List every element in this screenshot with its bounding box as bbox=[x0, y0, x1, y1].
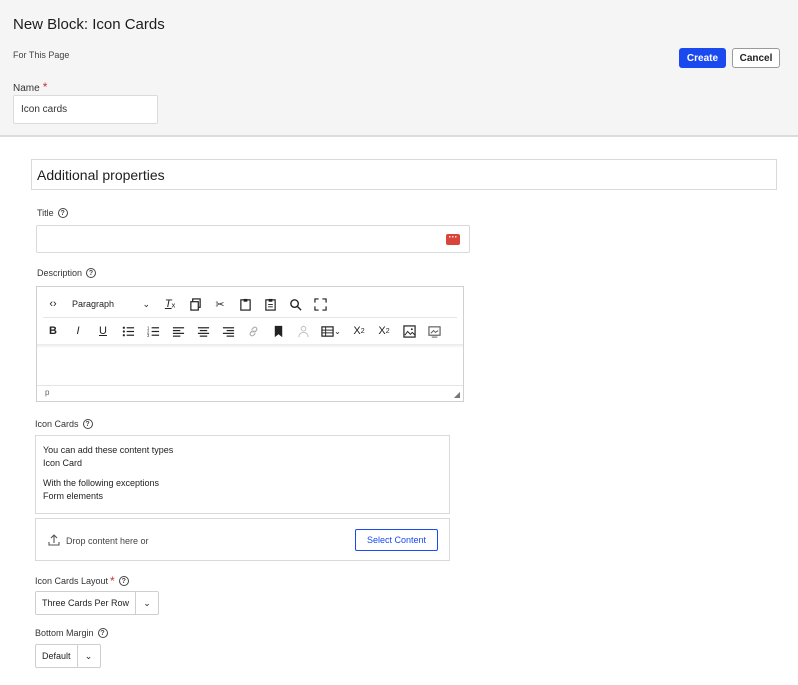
chevron-down-icon[interactable]: ⌄ bbox=[136, 598, 158, 609]
help-icon[interactable]: ? bbox=[118, 576, 129, 586]
italic-icon[interactable]: I bbox=[68, 321, 88, 341]
image-icon[interactable] bbox=[399, 321, 419, 341]
editor-toolbar-row-1: ‹› Paragraph ⌄ Tₓ ✂ bbox=[43, 292, 335, 316]
bold-icon[interactable]: B bbox=[43, 321, 63, 341]
bottom-margin-select[interactable]: Default ⌄ bbox=[35, 644, 101, 668]
person-icon[interactable] bbox=[293, 321, 313, 341]
select-content-button[interactable]: Select Content bbox=[355, 529, 438, 551]
layout-select[interactable]: Three Cards Per Row ⌄ bbox=[35, 591, 160, 615]
allowed-type: Icon Card bbox=[43, 458, 83, 468]
bottom-margin-label-text: Bottom Margin bbox=[35, 628, 94, 638]
align-center-icon[interactable] bbox=[193, 321, 213, 341]
editor-status-bar: p ◢ bbox=[37, 385, 463, 401]
content-drop-zone[interactable]: Drop content here or Select Content bbox=[35, 518, 450, 561]
allowed-content-types: You can add these content types Icon Car… bbox=[35, 435, 450, 514]
toolbar-divider bbox=[43, 317, 457, 318]
page-header: New Block: Icon Cards For This Page Crea… bbox=[0, 0, 798, 137]
layout-label-text: Icon Cards Layout bbox=[35, 576, 109, 586]
bottom-margin-select-value: Default bbox=[36, 645, 78, 667]
additional-properties-header[interactable]: Additional properties bbox=[31, 159, 777, 190]
allowed-heading: You can add these content types bbox=[43, 445, 174, 455]
underline-icon[interactable]: U bbox=[93, 321, 113, 341]
chevron-down-icon: ⌄ bbox=[142, 298, 150, 309]
rich-text-editor[interactable]: ‹› Paragraph ⌄ Tₓ ✂ B I U 123 ⌄ X 2 X 2 … bbox=[36, 286, 464, 402]
drop-text-label: Drop content here or bbox=[66, 536, 149, 546]
bookmark-icon[interactable] bbox=[268, 321, 288, 341]
required-marker: * bbox=[110, 574, 115, 588]
icon-cards-label-text: Icon Cards bbox=[35, 419, 79, 429]
table-icon[interactable]: ⌄ bbox=[318, 321, 344, 341]
title-label: Title ? bbox=[37, 208, 68, 218]
paste-icon[interactable] bbox=[235, 294, 255, 314]
title-label-text: Title bbox=[37, 208, 54, 218]
description-label: Description ? bbox=[37, 268, 97, 278]
create-button[interactable]: Create bbox=[679, 48, 726, 68]
bullet-list-icon[interactable] bbox=[118, 321, 138, 341]
fullscreen-icon[interactable] bbox=[310, 294, 330, 314]
name-label-text: Name bbox=[13, 83, 40, 94]
search-icon[interactable] bbox=[285, 294, 305, 314]
element-path[interactable]: p bbox=[45, 388, 49, 397]
exception-type: Form elements bbox=[43, 491, 104, 501]
drop-text: Drop content here or bbox=[48, 534, 149, 548]
numbered-list-icon[interactable]: 123 bbox=[143, 321, 163, 341]
editor-toolbar-row-2: B I U 123 ⌄ X2 X2 bbox=[43, 319, 449, 343]
paste-text-icon[interactable] bbox=[260, 294, 280, 314]
layout-select-value: Three Cards Per Row bbox=[36, 592, 137, 614]
chevron-down-icon[interactable]: ⌄ bbox=[78, 651, 100, 662]
format-select-value: Paragraph bbox=[72, 299, 115, 309]
help-icon[interactable]: ? bbox=[97, 628, 108, 638]
svg-text:3: 3 bbox=[147, 333, 150, 338]
name-input[interactable]: Icon cards bbox=[13, 95, 158, 124]
title-input[interactable]: ··· bbox=[36, 225, 470, 253]
media-icon[interactable] bbox=[424, 321, 444, 341]
bottom-margin-label: Bottom Margin ? bbox=[35, 628, 108, 638]
superscript-icon[interactable]: X2 bbox=[374, 321, 394, 341]
help-icon[interactable]: ? bbox=[86, 268, 97, 278]
help-icon[interactable]: ? bbox=[57, 208, 68, 218]
cut-icon[interactable]: ✂ bbox=[210, 294, 230, 314]
chevron-down-icon: ⌄ bbox=[334, 326, 341, 336]
exceptions-heading: With the following exceptions bbox=[43, 478, 160, 488]
link-icon[interactable] bbox=[243, 321, 263, 341]
source-code-icon[interactable]: ‹› bbox=[43, 294, 63, 314]
required-marker: * bbox=[42, 80, 48, 94]
layout-label: Icon Cards Layout * ? bbox=[35, 574, 129, 588]
page-title: New Block: Icon Cards bbox=[13, 16, 165, 33]
clear-formatting-icon[interactable]: Tₓ bbox=[160, 294, 180, 314]
icon-cards-label: Icon Cards ? bbox=[35, 419, 93, 429]
more-options-icon[interactable]: ··· bbox=[446, 233, 460, 245]
align-right-icon[interactable] bbox=[218, 321, 238, 341]
cancel-button[interactable]: Cancel bbox=[732, 48, 780, 68]
upload-icon bbox=[48, 534, 60, 548]
copy-icon[interactable] bbox=[185, 294, 205, 314]
page-subtitle: For This Page bbox=[13, 50, 70, 60]
format-select[interactable]: Paragraph ⌄ bbox=[68, 295, 154, 313]
resize-handle-icon[interactable]: ◢ bbox=[454, 390, 460, 399]
name-label: Name * bbox=[13, 80, 47, 94]
align-left-icon[interactable] bbox=[168, 321, 188, 341]
subscript-icon[interactable]: X2 bbox=[349, 321, 369, 341]
description-label-text: Description bbox=[37, 268, 83, 278]
toolbar-shadow bbox=[37, 344, 463, 348]
help-icon[interactable]: ? bbox=[82, 419, 93, 429]
